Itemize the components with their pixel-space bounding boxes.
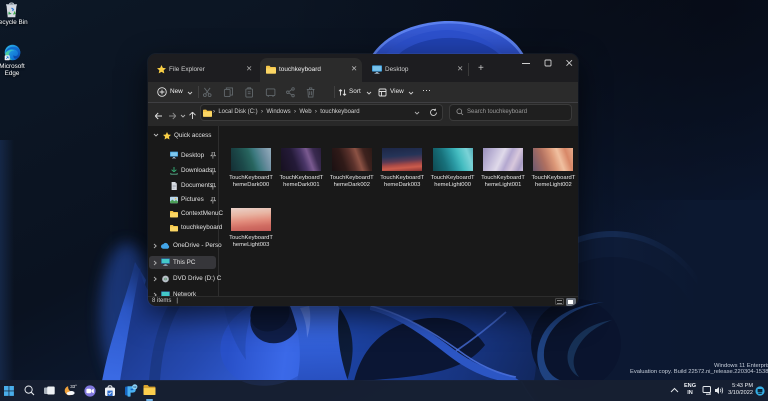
svg-text:33°: 33° xyxy=(70,384,77,389)
svg-text:99: 99 xyxy=(133,384,137,388)
